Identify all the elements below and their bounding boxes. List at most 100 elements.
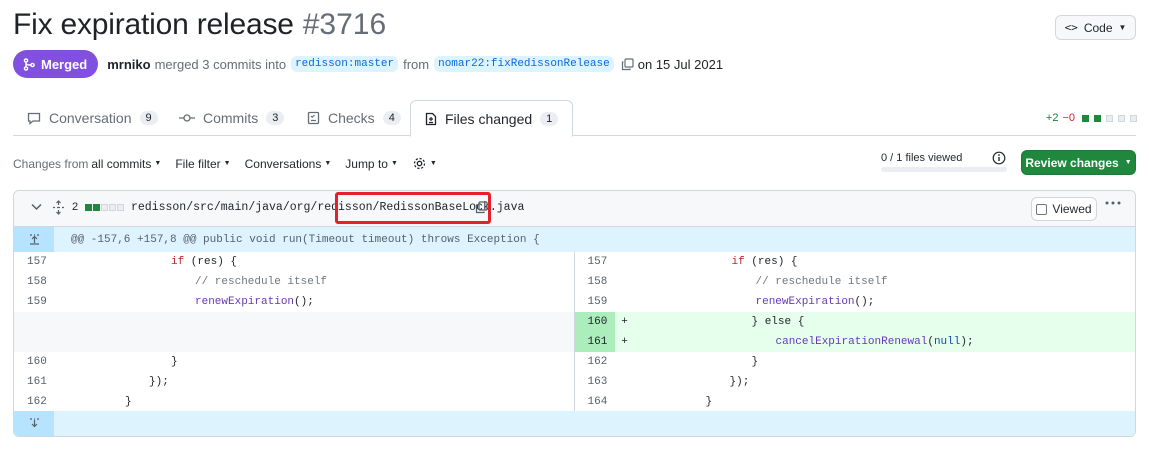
changes-from-dropdown[interactable]: Changes from all commits ▼ (13, 157, 161, 171)
expand-down-button[interactable] (14, 411, 54, 436)
diff-left-empty (14, 332, 575, 352)
hunk-header: @@ -157,6 +157,8 @@ public void run(Time… (14, 227, 1135, 252)
line-number[interactable]: 160 (14, 352, 54, 372)
added-marker: + (621, 316, 628, 328)
diff-right: 162 } (575, 352, 1136, 372)
diffstat-block (85, 204, 92, 211)
line-number[interactable]: 164 (575, 392, 615, 412)
code-line: renewExpiration(); (54, 292, 314, 312)
diffstat-block (109, 204, 116, 211)
pr-tabs: Conversation 9 Commits 3 Checks 4 Files … (13, 100, 1136, 137)
diffstat-block (1130, 114, 1137, 122)
additions-count: +2 (1045, 112, 1059, 124)
expand-up-button[interactable] (14, 227, 54, 252)
settings-dropdown[interactable]: ▼ (412, 156, 437, 171)
code-line: } (171, 356, 178, 368)
tab-conversation[interactable]: Conversation 9 (13, 100, 172, 136)
line-number[interactable]: 158 (575, 272, 615, 292)
literal: null (933, 336, 961, 348)
chevron-down-icon[interactable] (31, 203, 42, 211)
line-number[interactable]: 158 (14, 272, 54, 292)
head-branch[interactable]: nomar22:fixRedissonRelease (434, 56, 614, 72)
code-icon: <> (1064, 21, 1078, 34)
diff-right-added: 161 + cancelExpirationRenewal(null); (574, 332, 1135, 352)
diffstat-block (1082, 114, 1089, 122)
diff-rows: 157 if (res) { 157 if (res) { 158 // res… (14, 252, 1135, 412)
code-text: (res) { (184, 256, 238, 268)
code-line: } (751, 356, 759, 368)
tab-conversation-count: 9 (139, 111, 158, 125)
line-number[interactable]: 161 (14, 372, 54, 392)
tab-checks[interactable]: Checks 4 (293, 100, 415, 136)
diff-left: 162 } (14, 392, 575, 412)
diffstat-block (93, 204, 100, 211)
diff-row: 159 renewExpiration(); 159 renewExpirati… (14, 292, 1135, 312)
viewed-checkbox[interactable] (1036, 203, 1048, 215)
code-line: }); (729, 376, 750, 388)
files-viewed-progress (881, 167, 1007, 172)
review-changes-button[interactable]: Review changes ▼ (1021, 150, 1136, 175)
line-number[interactable]: 159 (14, 292, 54, 312)
code-button[interactable]: <> Code ▼ (1055, 15, 1136, 40)
diffstat-block (1094, 114, 1101, 122)
diff-row: 160 } 162 } (14, 352, 1135, 372)
expand-icon[interactable] (52, 200, 65, 215)
diff-left: 161 }); (14, 372, 575, 392)
author-link[interactable]: mrniko (107, 57, 150, 72)
merged-badge: Merged (13, 50, 99, 78)
kebab-menu-icon[interactable] (1105, 201, 1121, 205)
line-number[interactable]: 161 (574, 332, 615, 352)
info-icon[interactable] (992, 151, 1006, 165)
review-changes-label: Review changes (1025, 155, 1119, 170)
caret-down-icon: ▼ (1118, 23, 1127, 32)
file-filter-dropdown[interactable]: File filter ▼ (175, 157, 230, 171)
pr-title-row: Fix expiration release #3716 (13, 8, 386, 42)
diff-toolbar: Changes from all commits ▼ File filter ▼… (13, 156, 437, 171)
jump-to-label: Jump to (345, 156, 388, 171)
commit-icon (179, 114, 195, 122)
line-number[interactable]: 157 (14, 252, 54, 272)
viewed-checkbox-button[interactable]: Viewed (1031, 197, 1097, 221)
git-merge-icon (23, 57, 35, 71)
line-number[interactable]: 160 (574, 312, 615, 332)
merge-date: on 15 Jul 2021 (637, 56, 724, 72)
tab-checks-label: Checks (328, 110, 375, 126)
tab-commits[interactable]: Commits 3 (165, 100, 298, 136)
conversations-label: Conversations (244, 156, 322, 171)
jump-to-dropdown[interactable]: Jump to ▼ (345, 157, 398, 171)
diffstat: +2 −0 (1046, 112, 1137, 124)
line-number[interactable]: 162 (14, 392, 54, 412)
keyword: if (171, 256, 185, 268)
code-line: if (res) { (54, 252, 237, 272)
diff-right: 158 // reschedule itself (575, 272, 1136, 292)
base-branch[interactable]: redisson:master (291, 56, 399, 72)
diff-left: 158 // reschedule itself (14, 272, 575, 292)
tab-files-changed[interactable]: Files changed 1 (410, 100, 574, 137)
diff-left: 160 } (14, 352, 575, 372)
checklist-icon (307, 111, 320, 125)
caret-down-icon: ▼ (154, 160, 162, 167)
code-text: } else { (751, 316, 805, 328)
code-text: (); (294, 296, 314, 308)
copy-icon[interactable] (621, 57, 634, 71)
keyword: if (731, 256, 745, 268)
code-button-label: Code (1083, 20, 1113, 35)
diff-right: 164 } (575, 392, 1136, 412)
code-text: ); (960, 336, 974, 348)
diff-left: 159 renewExpiration(); (14, 292, 575, 312)
line-number[interactable]: 159 (575, 292, 615, 312)
diff-row: 162 } 164 } (14, 392, 1135, 412)
diff-right-added: 160 + } else { (574, 312, 1135, 332)
code-text: (); (854, 296, 875, 308)
tab-commits-label: Commits (203, 110, 259, 126)
diffstat-block (1118, 114, 1125, 122)
line-number[interactable]: 163 (575, 372, 615, 392)
deletions-count: −0 (1062, 112, 1075, 124)
diff-row: 161 + cancelExpirationRenewal(null); (14, 332, 1135, 352)
changes-from-prefix: Changes from (13, 156, 89, 171)
line-number[interactable]: 157 (575, 252, 615, 272)
code-line: } (705, 396, 713, 408)
code-line: } (125, 396, 132, 408)
line-number[interactable]: 162 (575, 352, 615, 372)
conversations-dropdown[interactable]: Conversations ▼ (245, 157, 332, 171)
